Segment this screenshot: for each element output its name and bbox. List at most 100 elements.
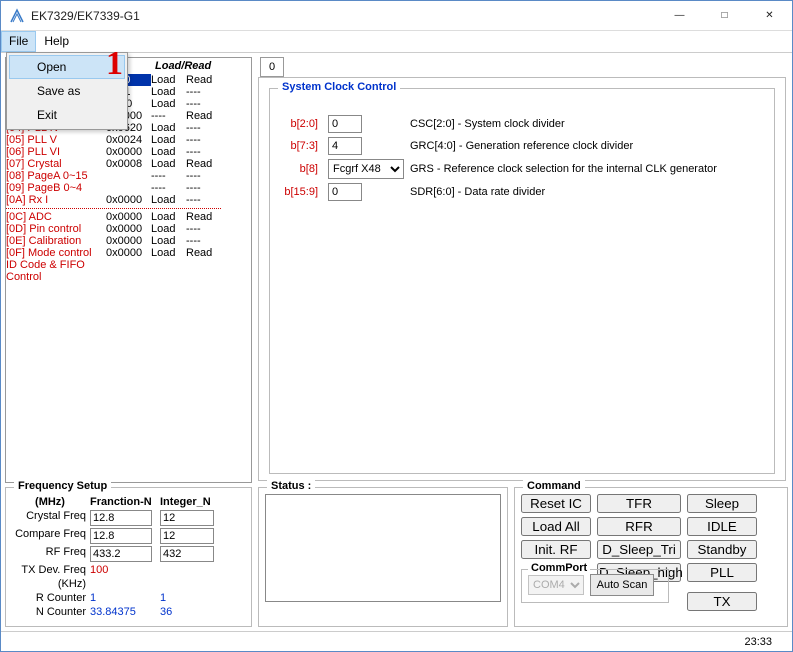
scc-b20-label: b[2:0] <box>278 118 322 130</box>
menu-item-exit[interactable]: Exit <box>9 103 125 127</box>
commport-box: CommPort COM4 Auto Scan <box>521 569 669 603</box>
reg-cell: ID Code & FIFO Control <box>6 259 106 283</box>
scc-b159-label: b[15:9] <box>278 186 322 198</box>
reset-ic-button[interactable]: Reset IC <box>521 494 591 513</box>
close-button[interactable]: ✕ <box>747 1 792 30</box>
scc-b8-desc: GRS - Reference clock selection for the … <box>410 163 766 175</box>
rf-freq-input[interactable] <box>90 546 152 562</box>
command-box: Command Reset IC Load All Init. RF CommP… <box>514 487 788 627</box>
scc-b73-input[interactable] <box>328 137 362 155</box>
reg-cell <box>186 259 221 283</box>
reg-cell: [07] Crystal <box>6 158 106 170</box>
crystal-freq-input[interactable] <box>90 510 152 526</box>
standby-button[interactable]: Standby <box>687 540 757 559</box>
status-textarea[interactable] <box>265 494 501 602</box>
reg-cell: ---- <box>186 122 221 134</box>
reg-cell: [0D] Pin control <box>6 223 106 235</box>
reg-cell[interactable]: Load <box>151 74 186 86</box>
titlebar: EK7329/EK7339-G1 — □ ✕ <box>1 1 792 31</box>
reg-col-loadread: Load/Read <box>151 58 221 74</box>
reg-cell[interactable]: Load <box>151 235 186 247</box>
reg-cell: ---- <box>186 194 221 206</box>
compare-freq-input[interactable] <box>90 528 152 544</box>
reg-cell: 0x0000 <box>106 247 151 259</box>
commport-select[interactable]: COM4 <box>528 575 584 595</box>
reg-cell: ---- <box>186 223 221 235</box>
reg-cell: ---- <box>186 86 221 98</box>
rfr-button[interactable]: RFR <box>597 517 681 536</box>
reg-cell: [06] PLL VI <box>6 146 106 158</box>
reg-cell: 0x0000 <box>106 223 151 235</box>
scc-b20-desc: CSC[2:0] - System clock divider <box>410 118 766 130</box>
reg-cell: ---- <box>186 134 221 146</box>
reg-cell: [0C] ADC <box>6 211 106 223</box>
reg-cell[interactable]: Read <box>186 74 221 86</box>
auto-scan-button[interactable]: Auto Scan <box>590 574 654 596</box>
reg-cell[interactable]: Load <box>151 86 186 98</box>
reg-cell: ---- <box>186 170 221 182</box>
status-legend: Status : <box>267 480 315 492</box>
menu-file[interactable]: File <box>1 31 36 52</box>
load-all-button[interactable]: Load All <box>521 517 591 536</box>
minimize-button[interactable]: — <box>657 1 702 30</box>
reg-cell: ---- <box>186 146 221 158</box>
reg-cell[interactable]: Load <box>151 98 186 110</box>
reg-cell: [0A] Rx I <box>6 194 106 206</box>
compare-int-input[interactable] <box>160 528 214 544</box>
cmd-legend: Command <box>523 480 585 492</box>
init-rf-button[interactable]: Init. RF <box>521 540 591 559</box>
reg-cell <box>106 259 151 283</box>
scc-b73-desc: GRC[4:0] - Generation reference clock di… <box>410 140 766 152</box>
reg-cell: ---- <box>151 182 186 194</box>
reg-cell: 0x0024 <box>106 134 151 146</box>
reg-cell: [0E] Calibration <box>6 235 106 247</box>
reg-cell[interactable]: Load <box>151 211 186 223</box>
app-icon <box>9 8 25 24</box>
menu-help[interactable]: Help <box>36 31 77 52</box>
scc-b8-label: b[8] <box>278 163 322 175</box>
pll-button[interactable]: PLL <box>687 563 757 582</box>
tx-button[interactable]: TX <box>687 592 757 611</box>
reg-cell: [08] PageA 0~15 <box>6 170 106 182</box>
reg-cell: 0x0000 <box>106 146 151 158</box>
rf-int-input[interactable] <box>160 546 214 562</box>
scc-b73-label: b[7:3] <box>278 140 322 152</box>
txdev-value: 100 <box>90 564 156 576</box>
maximize-button[interactable]: □ <box>702 1 747 30</box>
statusbar: 23:33 <box>1 631 792 651</box>
reg-cell[interactable]: Read <box>186 158 221 170</box>
scc-b8-select[interactable]: Fcgrf X48 <box>328 159 404 179</box>
scc-b159-input[interactable] <box>328 183 362 201</box>
reg-cell[interactable]: Load <box>151 158 186 170</box>
scc-legend: System Clock Control <box>278 81 400 93</box>
d-sleep-tri-button[interactable]: D_Sleep_Tri <box>597 540 681 559</box>
frequency-setup-box: Frequency Setup (MHz) Franction-N Intege… <box>5 487 252 627</box>
reg-cell[interactable]: Read <box>186 211 221 223</box>
reg-cell[interactable]: Load <box>151 146 186 158</box>
tab-0[interactable]: 0 <box>260 57 284 77</box>
reg-cell: ---- <box>186 182 221 194</box>
crystal-int-input[interactable] <box>160 510 214 526</box>
reg-cell[interactable]: Read <box>186 110 221 122</box>
reg-cell[interactable]: Load <box>151 194 186 206</box>
reg-cell: 0x0000 <box>106 235 151 247</box>
reg-cell: ---- <box>186 98 221 110</box>
reg-cell: 0x0000 <box>106 194 151 206</box>
reg-cell[interactable]: Load <box>151 247 186 259</box>
reg-cell[interactable]: Load <box>151 122 186 134</box>
reg-cell[interactable]: Read <box>186 247 221 259</box>
idle-button[interactable]: IDLE <box>687 517 757 536</box>
reg-cell[interactable]: Load <box>151 223 186 235</box>
reg-cell: 0x0000 <box>106 211 151 223</box>
reg-cell: ---- <box>186 235 221 247</box>
reg-cell[interactable]: Load <box>151 134 186 146</box>
sleep-button[interactable]: Sleep <box>687 494 757 513</box>
reg-cell: 0x0008 <box>106 158 151 170</box>
scc-b20-input[interactable] <box>328 115 362 133</box>
tfr-button[interactable]: TFR <box>597 494 681 513</box>
menubar: File Help Open Save as Exit 1 <box>1 31 792 53</box>
reg-cell <box>151 259 186 283</box>
freq-legend: Frequency Setup <box>14 480 111 492</box>
reg-cell: [05] PLL V <box>6 134 106 146</box>
window-title: EK7329/EK7339-G1 <box>31 9 657 23</box>
